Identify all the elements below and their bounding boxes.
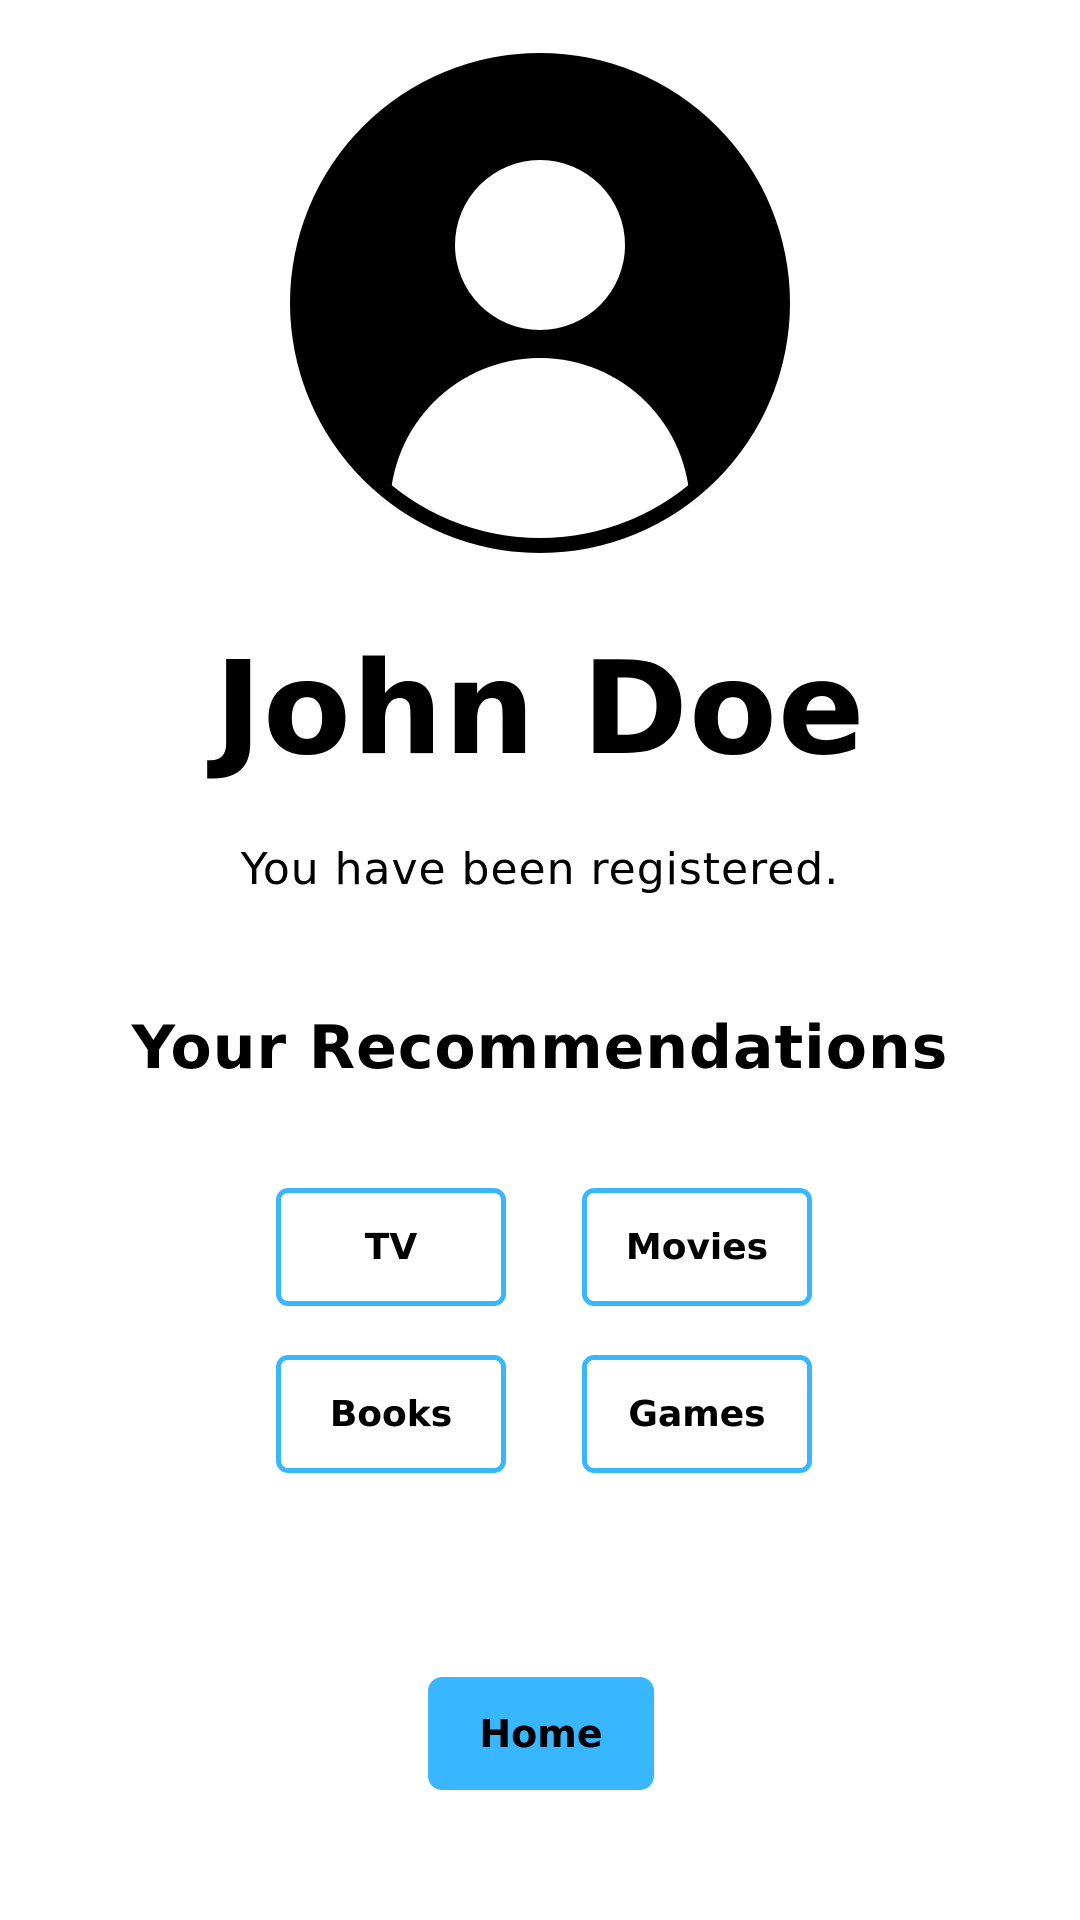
recommendation-movies-button[interactable]: Movies: [582, 1188, 812, 1306]
recommendation-tv-button[interactable]: TV: [276, 1188, 506, 1306]
recommendations-heading: Your Recommendations: [131, 1013, 949, 1083]
user-avatar-icon: [290, 53, 790, 553]
user-name: John Doe: [214, 635, 866, 784]
avatar: [290, 53, 790, 553]
recommendation-books-button[interactable]: Books: [276, 1355, 506, 1473]
registration-status-message: You have been registered.: [240, 844, 840, 895]
recommendation-games-button[interactable]: Games: [582, 1355, 812, 1473]
home-button[interactable]: Home: [428, 1677, 654, 1790]
